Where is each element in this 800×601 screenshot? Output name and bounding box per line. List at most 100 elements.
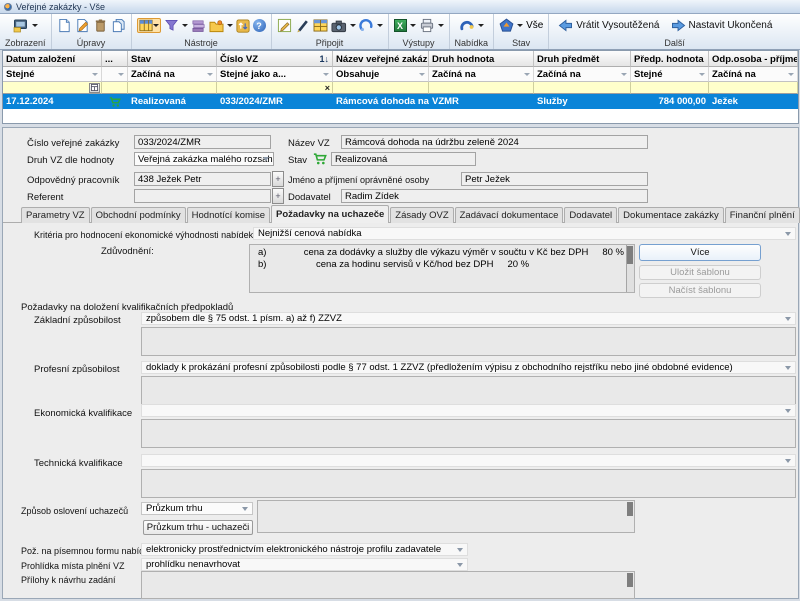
nazev-vz-field[interactable]: Rámcová dohoda na údržbu zeleně 2024 [341,135,648,149]
scrollbar[interactable] [626,245,634,292]
filter-operator[interactable] [102,67,128,82]
columns-settings-button[interactable] [137,18,161,33]
column-header[interactable]: Datum založení [3,51,102,67]
zpusob-dropdown[interactable]: Průzkum trhu [141,502,253,515]
chevron-down-icon[interactable] [182,24,188,27]
zpusob-textarea[interactable] [257,500,635,533]
filter-input[interactable]: × [217,82,333,94]
chevron-down-icon[interactable] [153,24,159,27]
layers-icon[interactable] [191,18,206,33]
vratit-vysoutezena-button[interactable]: Vrátit Vysoutěžená [554,19,663,32]
column-header[interactable]: Druh hodnota [429,51,534,67]
tab-dokumentace-zakazky[interactable]: Dokumentace zakázky [618,207,724,223]
display-view-icon[interactable] [13,18,29,34]
sort-tool-icon[interactable] [236,19,250,33]
note-edit-icon[interactable] [277,18,292,33]
pen-icon[interactable] [295,18,310,33]
tab-financni-plneni[interactable]: Finanční plnění [725,207,800,223]
chevron-down-icon[interactable] [438,24,444,27]
column-header[interactable]: Odp.osoba - příjmení [709,51,798,67]
filter-input[interactable] [128,82,217,94]
chevron-down-icon[interactable] [32,24,38,27]
filter-input[interactable] [709,82,798,94]
zduvodneni-textarea[interactable]: a)cena za dodávky a služby dle výkazu vý… [249,244,635,293]
folder-icon[interactable] [209,19,224,33]
vice-button[interactable]: Více [639,244,761,261]
copy-document-icon[interactable] [111,18,126,33]
ulozit-sablonu-button[interactable]: Uložit šablonu [639,265,761,280]
delete-document-icon[interactable] [93,18,108,33]
dodavatel-field[interactable]: Radim Zídek [341,189,648,203]
clear-filter-icon[interactable]: × [325,83,331,93]
odpovedny-lookup-button[interactable]: + [272,171,284,187]
jmeno-field[interactable]: Petr Ježek [461,172,648,186]
status-filter-value[interactable]: Vše [526,20,543,31]
chevron-down-icon[interactable] [350,24,356,27]
filter-input[interactable] [333,82,429,94]
tab-pozadavky-na-uchazece[interactable]: Požadavky na uchazeče [271,205,389,223]
zakladni-textarea[interactable] [141,327,796,356]
profesni-textarea[interactable] [141,376,796,405]
column-header[interactable]: Předp. hodnota [631,51,709,67]
stav-field[interactable]: Realizovaná [331,152,476,166]
filter-operator[interactable]: Stejné [3,67,102,82]
tab-obchodni-podminky[interactable]: Obchodní podmínky [91,207,186,223]
excel-export-icon[interactable]: X [394,19,407,32]
prilohy-textarea[interactable] [141,571,635,599]
tab-zadavaci-dokumentace[interactable]: Zadávací dokumentace [455,207,564,223]
filter-input[interactable] [429,82,534,94]
chevron-down-icon[interactable] [227,24,233,27]
calendar-picker-button[interactable] [89,83,100,93]
tab-zasady-ovz[interactable]: Zásady OVZ [390,207,453,223]
zakladni-dropdown[interactable]: způsobem dle § 75 odst. 1 písm. a) až f)… [141,312,796,325]
tab-dodavatel[interactable]: Dodavatel [564,207,617,223]
status-pentagon-icon[interactable] [499,18,514,33]
ekonomicka-dropdown[interactable] [141,404,796,417]
referent-lookup-button[interactable]: + [272,188,284,204]
filter-input[interactable] [534,82,631,94]
filter-operator[interactable]: Stejné [631,67,709,82]
camera-icon[interactable] [331,19,347,33]
pruzkum-trhu-uchazeci-button[interactable]: Průzkum trhu - uchazeči [143,520,253,535]
odpovedny-field[interactable]: 438 Ježek Petr [134,172,271,186]
filter-input[interactable] [102,82,128,94]
printer-icon[interactable] [419,18,435,33]
filter-input[interactable] [3,82,102,94]
chevron-down-icon[interactable] [478,24,484,27]
column-header[interactable]: Název veřejné zakázky [333,51,429,67]
chevron-down-icon[interactable] [377,24,383,27]
column-header[interactable]: Stav [128,51,217,67]
swirl-link-icon[interactable] [359,18,374,33]
profesni-dropdown[interactable]: doklady k prokázání profesní způsobilost… [141,361,796,374]
filter-operator[interactable]: Začíná na [429,67,534,82]
kriteria-dropdown[interactable]: Nejnižší cenová nabídka [253,227,796,240]
tab-hodnotici-komise[interactable]: Hodnotící komise [187,207,270,223]
chevron-down-icon[interactable] [410,24,416,27]
druh-vz-dropdown[interactable]: Veřejná zakázka malého rozsahu [134,152,274,166]
technicka-dropdown[interactable] [141,454,796,467]
scrollbar-thumb[interactable] [627,573,633,587]
ekonomicka-textarea[interactable] [141,419,796,448]
nastavit-ukoncena-button[interactable]: Nastavit Ukončená [667,19,777,32]
column-header[interactable]: Druh předmět [534,51,631,67]
help-icon[interactable]: ? [253,19,266,32]
tab-parametry-vz[interactable]: Parametry VZ [21,207,90,223]
filter-operator[interactable]: Začíná na [709,67,798,82]
referent-field[interactable] [134,189,271,203]
filter-operator[interactable]: Stejné jako a... [217,67,333,82]
filter-icon[interactable] [164,18,179,33]
technicka-textarea[interactable] [141,469,796,498]
filter-operator[interactable]: Obsahuje [333,67,429,82]
table-row-selected[interactable]: 17.12.2024 Realizovaná 033/2024/ZMR Rámc… [3,94,798,109]
scrollbar-thumb[interactable] [627,502,633,516]
table-icon[interactable] [313,19,328,32]
cislo-vz-field[interactable]: 033/2024/ZMR [134,135,271,149]
filter-input[interactable] [631,82,709,94]
filter-operator[interactable]: Začíná na [128,67,217,82]
prohlidka-dropdown[interactable]: prohlídku nenavrhovat [141,558,468,571]
offer-swirl-icon[interactable] [459,18,475,33]
scrollbar-thumb[interactable] [627,246,633,264]
chevron-down-icon[interactable] [517,24,523,27]
poz-dropdown[interactable]: elektronicky prostřednictvím elektronick… [141,543,468,556]
new-document-icon[interactable] [57,18,72,33]
